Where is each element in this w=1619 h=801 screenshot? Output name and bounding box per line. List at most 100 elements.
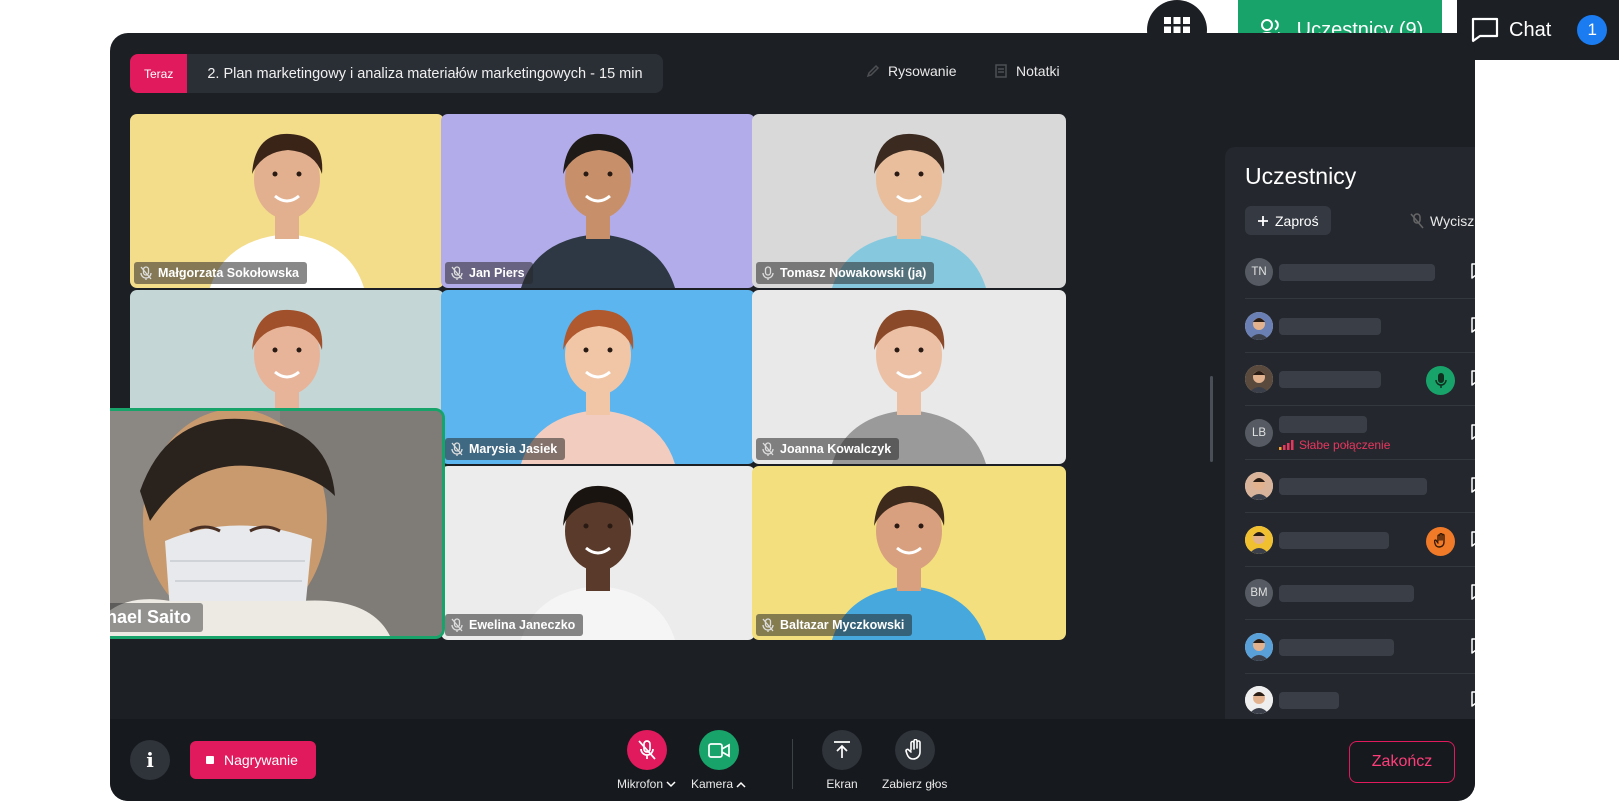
video-tile[interactable]: Marysia Jasiek (441, 290, 755, 464)
screen-share-control[interactable]: Ekran (822, 730, 862, 791)
notes-tool-button[interactable]: Notatki (994, 63, 1060, 79)
camera-label: Kamera (691, 777, 734, 791)
participant-name-tag: Tomasz Nowakowski (ja) (756, 262, 935, 284)
recording-label: Nagrywanie (224, 752, 298, 768)
pencil-icon (866, 64, 880, 78)
participant-row[interactable] (1245, 299, 1475, 353)
name-placeholder (1279, 371, 1381, 388)
chat-icon[interactable] (1471, 370, 1475, 386)
chat-icon[interactable] (1471, 316, 1475, 333)
invite-label: Zaproś (1275, 212, 1319, 229)
recording-button[interactable]: Nagrywanie (190, 741, 316, 779)
avatar: LB (1245, 418, 1273, 447)
info-button[interactable]: i (130, 740, 170, 780)
chat-toggle-label: Chat (1509, 18, 1552, 41)
hand-icon (904, 739, 921, 760)
participant-name-tag: Marysia Jasiek (445, 438, 566, 460)
name-placeholder (1279, 585, 1414, 602)
mic-icon (762, 266, 774, 280)
invite-button[interactable]: Zaproś (1245, 206, 1331, 235)
video-tile[interactable]: Małgorzata Sokołowska (130, 114, 444, 288)
stop-icon (206, 756, 214, 764)
chat-icon[interactable] (1471, 691, 1475, 707)
video-tile[interactable]: Baltazar Myczkowski (752, 466, 1066, 640)
signal-icon (1279, 439, 1294, 450)
video-tile[interactable]: Jan Piers (441, 114, 755, 288)
participant-row[interactable] (1245, 513, 1475, 567)
end-meeting-button[interactable]: Zakończ (1349, 741, 1455, 783)
drawing-tool-button[interactable]: Rysowanie (866, 63, 956, 79)
chat-unread-badge: 1 (1577, 15, 1608, 45)
mic-off-icon (762, 442, 774, 456)
mic-off-icon (451, 442, 463, 456)
chevron-up-icon[interactable] (736, 781, 746, 788)
camera-toggle-button[interactable] (698, 730, 739, 770)
participant-name-tag: Baltazar Myczkowski (756, 614, 913, 636)
notes-tool-label: Notatki (1016, 63, 1060, 79)
mute-all-button[interactable]: Wycisz wszystkich (1410, 213, 1475, 229)
chat-icon[interactable] (1471, 263, 1475, 279)
participants-panel: Uczestnicy Zaproś Wycisz wszystkich TN LB… (1225, 147, 1475, 746)
agenda-now-badge: Teraz (130, 54, 188, 93)
upload-icon (834, 741, 850, 758)
avatar (1245, 311, 1273, 340)
avatar (1245, 525, 1273, 554)
participant-row[interactable] (1245, 352, 1475, 406)
mic-off-icon (451, 618, 463, 632)
raised-hand-badge (1426, 526, 1455, 556)
video-camera-icon (707, 742, 730, 758)
participant-name-tag: Małgorzata Sokołowska (134, 262, 308, 284)
microphone-toggle-button[interactable] (626, 730, 667, 770)
avatar (1245, 365, 1273, 393)
avatar (1245, 632, 1273, 661)
mic-off-icon (762, 618, 774, 632)
avatar: TN (1245, 258, 1273, 286)
avatar (1245, 472, 1273, 500)
chevron-down-icon[interactable] (666, 780, 676, 788)
participant-row[interactable]: LB Słabe połączenie (1245, 406, 1475, 460)
name-placeholder (1279, 638, 1394, 656)
meeting-window: Teraz 2. Plan marketingowy i analiza mat… (110, 33, 1475, 801)
panel-title: Uczestnicy (1245, 163, 1357, 189)
microphone-control[interactable]: Mikrofon (617, 730, 676, 791)
screen-share-button[interactable] (822, 730, 862, 770)
participant-row[interactable] (1245, 620, 1475, 674)
toolbar-divider (792, 739, 793, 789)
name-placeholder (1279, 317, 1381, 335)
mute-all-label: Wycisz wszystkich (1430, 213, 1475, 229)
participant-row[interactable] (1245, 459, 1475, 513)
participant-name-tag: Joanna Kowalczyk (756, 438, 900, 460)
notes-icon (995, 64, 1007, 78)
chat-icon[interactable] (1471, 423, 1475, 440)
mic-off-icon (451, 266, 463, 280)
raise-hand-control[interactable]: Zabierz głos (882, 730, 947, 791)
video-tile[interactable]: Tomasz Nowakowski (ja) (752, 114, 1066, 288)
featured-speaker-tile[interactable]: Michael Saito (110, 408, 445, 639)
plus-icon (1258, 215, 1268, 226)
name-placeholder (1279, 531, 1389, 549)
participant-row[interactable]: BM (1245, 566, 1475, 620)
name-placeholder (1279, 478, 1427, 495)
raise-hand-label: Zabierz głos (882, 777, 948, 791)
avatar (1245, 686, 1273, 714)
chat-icon[interactable] (1471, 584, 1475, 600)
name-placeholder (1279, 692, 1339, 709)
chat-icon[interactable] (1471, 637, 1475, 654)
agenda-bar[interactable]: Teraz 2. Plan marketingowy i analiza mat… (130, 54, 663, 93)
chat-icon[interactable] (1471, 477, 1475, 493)
speaking-badge (1426, 366, 1455, 395)
participant-name-tag: Jan Piers (445, 262, 533, 284)
microphone-label: Mikrofon (617, 777, 664, 791)
chat-toggle-button[interactable]: Chat 1 (1457, 0, 1619, 60)
video-tile[interactable]: Joanna Kowalczyk (752, 290, 1066, 464)
participant-row[interactable]: TN (1245, 245, 1475, 299)
video-tile[interactable]: Ewelina Janeczko (441, 466, 755, 640)
bottom-toolbar: i Nagrywanie Mikrofon Kamera Ekran Zabie… (110, 719, 1475, 801)
grid-scrollbar[interactable] (1210, 376, 1213, 462)
camera-control[interactable]: Kamera (691, 730, 746, 791)
chat-icon[interactable] (1471, 530, 1475, 547)
screen-share-label: Ekran (826, 777, 858, 791)
mic-off-icon (1410, 213, 1424, 229)
featured-speaker-name: Michael Saito (110, 603, 204, 632)
raise-hand-button[interactable] (894, 730, 935, 770)
